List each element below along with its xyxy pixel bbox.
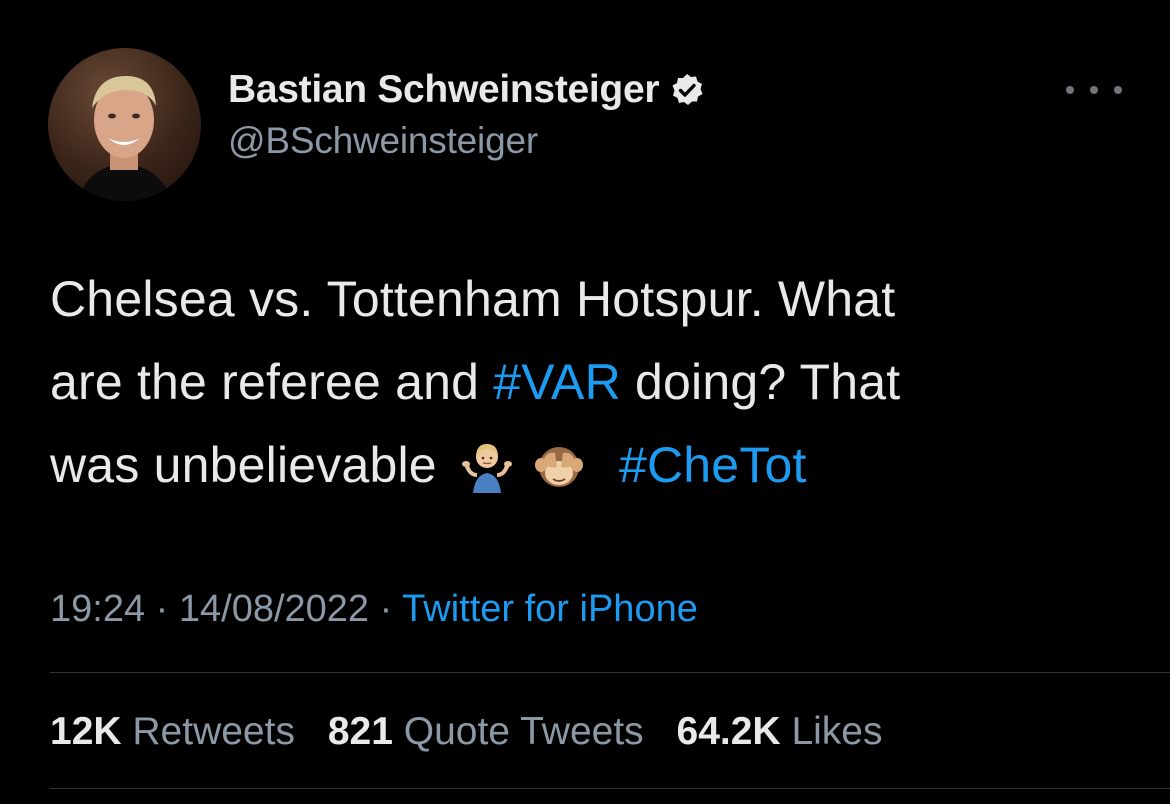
avatar[interactable] — [48, 48, 201, 201]
tweet-text-segment: are the referee and — [50, 354, 494, 410]
tweet-text-segment: doing? That — [620, 354, 901, 410]
more-options-button[interactable] — [1066, 76, 1122, 104]
likes-count: 64.2K — [676, 710, 781, 753]
more-dot-icon — [1114, 86, 1122, 94]
quote-tweets-count: 821 — [327, 710, 393, 753]
likes-stat[interactable]: 64.2K Likes — [677, 708, 883, 756]
hashtag-var-link[interactable]: #VAR — [493, 354, 621, 410]
see-no-evil-monkey-emoji-icon — [534, 446, 583, 487]
man-shrugging-emoji-icon — [461, 443, 512, 493]
more-dot-icon — [1066, 86, 1074, 94]
tweet-card: Bastian Schweinsteiger @BSchweinsteiger … — [0, 0, 1170, 804]
retweets-stat[interactable]: 12K Retweets — [50, 708, 295, 756]
tweet-line: was unbelievable #CheTot — [50, 424, 1140, 507]
divider — [50, 672, 1170, 673]
display-name-row: Bastian Schweinsteiger — [228, 66, 705, 114]
tweet-line: are the referee and #VAR doing? That — [50, 341, 1140, 424]
avatar-portrait-icon — [78, 76, 172, 201]
meta-separator: · — [379, 588, 393, 630]
tweet-time[interactable]: 19:24 — [50, 588, 145, 630]
tweet-meta: 19:24 · 14/08/2022 · Twitter for iPhone — [50, 585, 698, 633]
more-dot-icon — [1090, 86, 1098, 94]
display-name[interactable]: Bastian Schweinsteiger — [228, 68, 660, 112]
tweet-stats: 12K Retweets 821 Quote Tweets 64.2K Like… — [50, 708, 904, 756]
hashtag-chetot-link[interactable]: #CheTot — [619, 437, 807, 493]
divider — [50, 788, 1170, 789]
tweet-source-link[interactable]: Twitter for iPhone — [402, 588, 698, 630]
quote-tweets-stat[interactable]: 821 Quote Tweets — [328, 708, 644, 756]
author-handle[interactable]: @BSchweinsteiger — [228, 120, 538, 162]
likes-label: Likes — [791, 710, 883, 753]
quote-tweets-label: Quote Tweets — [403, 710, 644, 753]
tweet-text: Chelsea vs. Tottenham Hotspur. What are … — [50, 258, 1140, 507]
meta-separator: · — [155, 588, 169, 630]
retweets-label: Retweets — [132, 710, 295, 753]
tweet-date[interactable]: 14/08/2022 — [179, 588, 369, 630]
tweet-line: Chelsea vs. Tottenham Hotspur. What — [50, 258, 1140, 341]
retweets-count: 12K — [50, 710, 122, 753]
tweet-text-segment: Chelsea vs. Tottenham Hotspur. What — [50, 271, 896, 327]
tweet-text-segment: was unbelievable — [50, 437, 451, 493]
verified-badge-icon — [672, 74, 703, 105]
